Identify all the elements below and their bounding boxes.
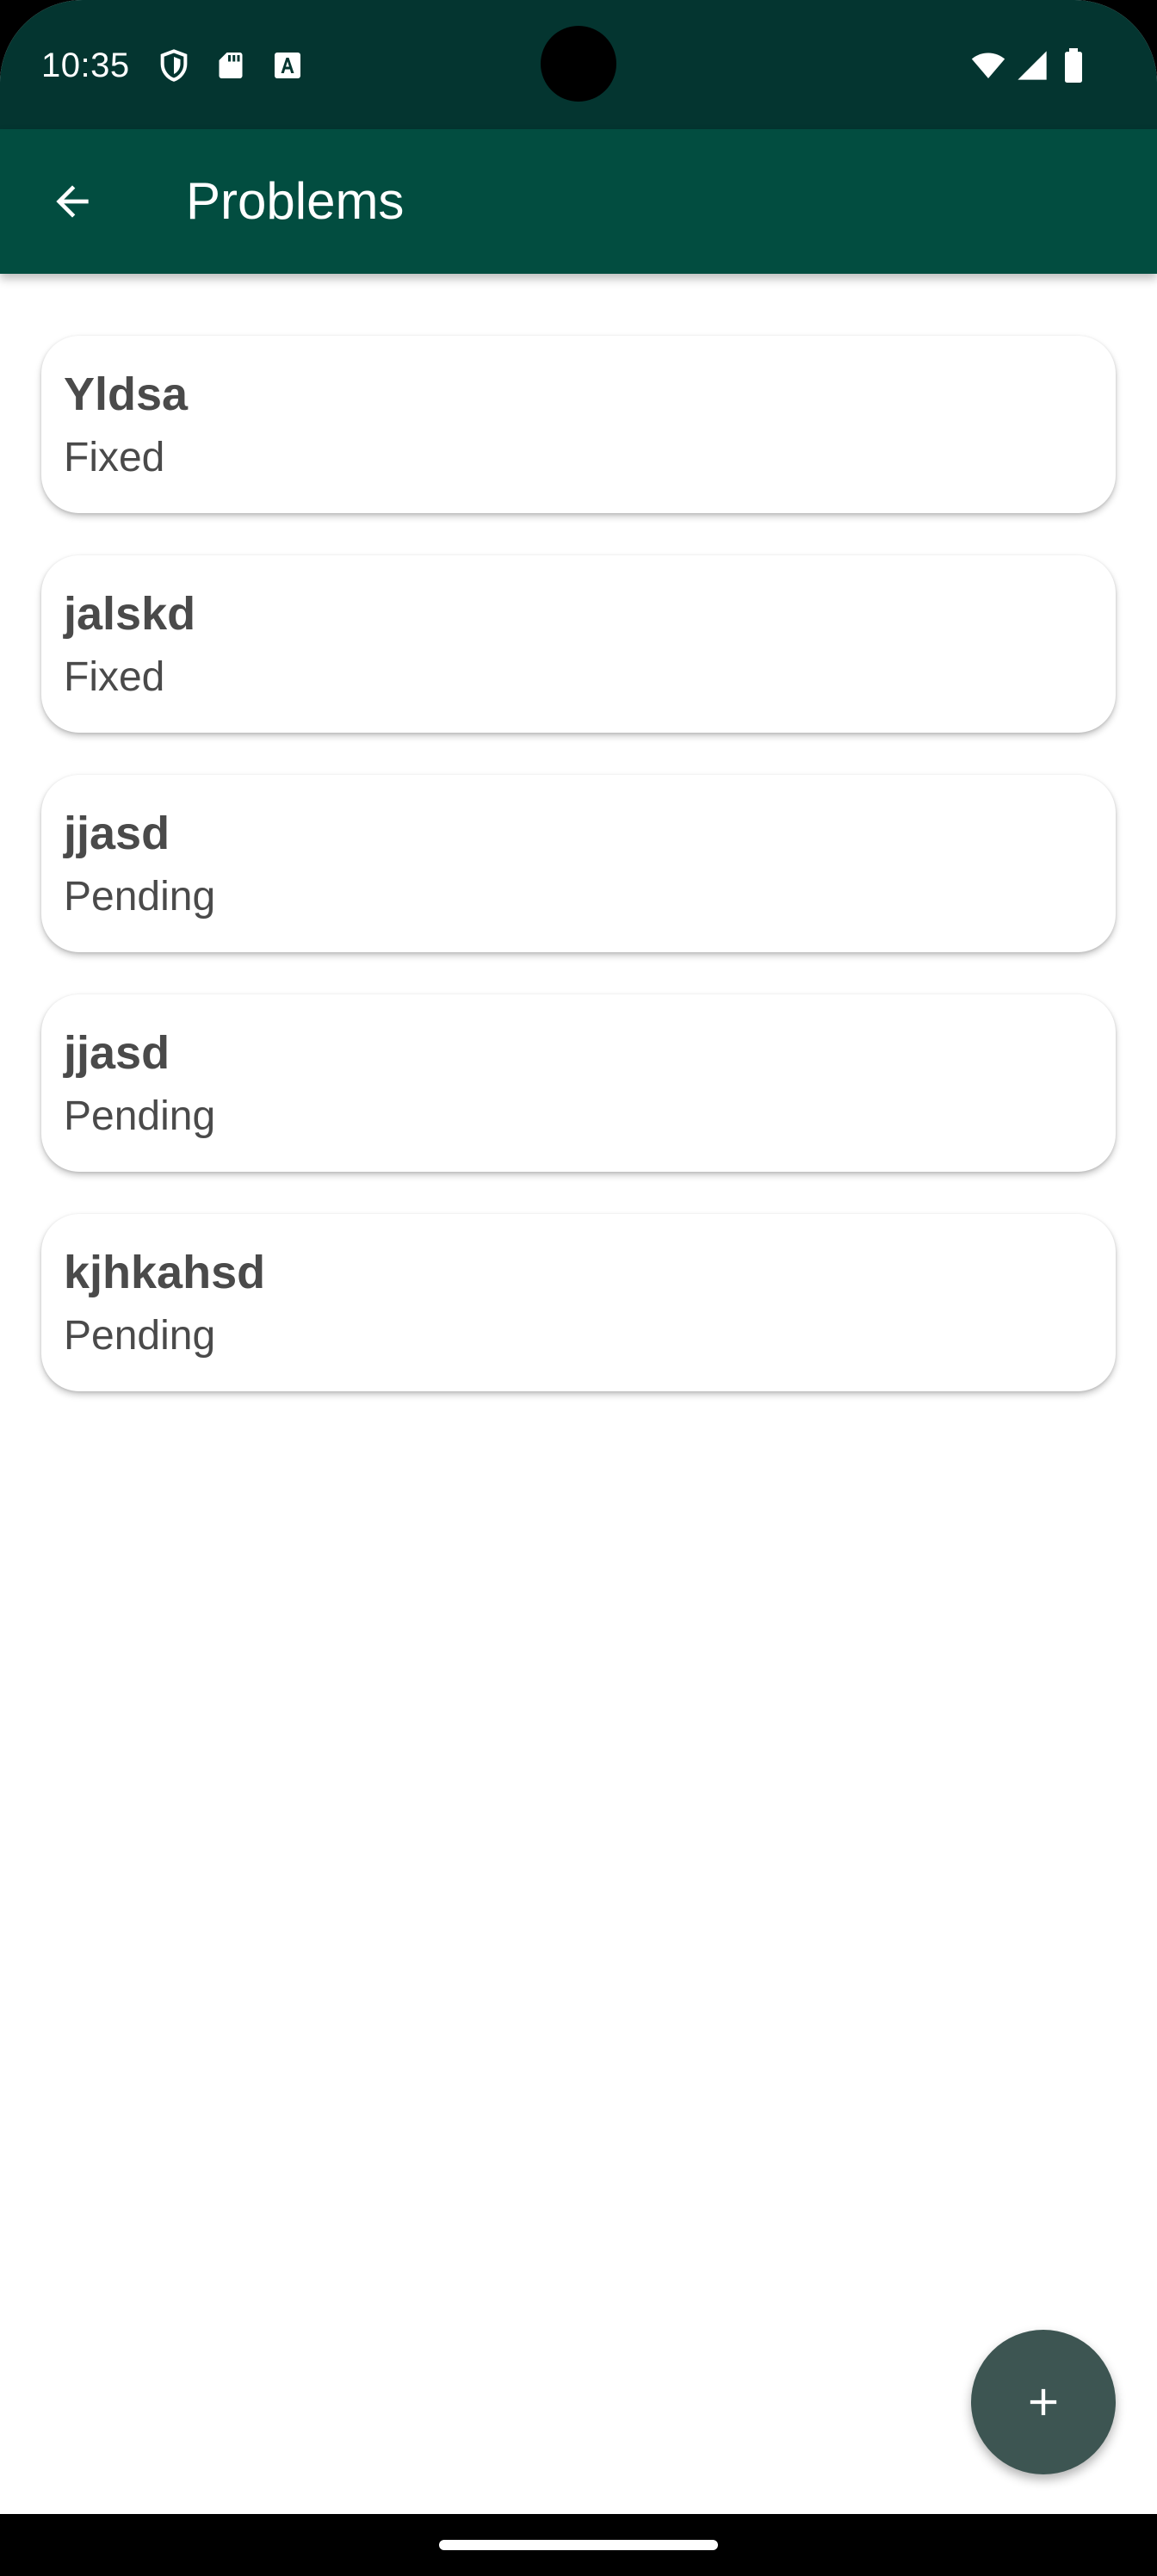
status-bar: 10:35 (0, 0, 1157, 129)
problem-title: kjhkahsd (64, 1247, 266, 1298)
problem-status: Pending (64, 1313, 216, 1359)
problem-card[interactable]: jalskd Fixed (41, 555, 1116, 733)
signal-icon (1018, 51, 1047, 80)
camera-cutout (541, 26, 616, 102)
problem-list: Yldsa Fixed jalskd Fixed jjasd Pending j… (41, 336, 1116, 1434)
problem-card[interactable]: Yldsa Fixed (41, 336, 1116, 513)
navigation-bar (0, 2514, 1157, 2576)
sd-card-icon (219, 53, 243, 78)
problem-status: Fixed (64, 654, 165, 700)
screen: 10:35 Problems Yldsa Fixed jalskd Fixed … (0, 0, 1157, 2576)
add-problem-button[interactable] (971, 2330, 1116, 2474)
shield-icon (160, 49, 188, 82)
arrow-back-icon (56, 185, 89, 218)
battery-icon (1065, 48, 1082, 83)
back-button[interactable] (33, 162, 112, 241)
problem-title: jjasd (64, 1027, 170, 1079)
page-title: Problems (186, 172, 405, 230)
problem-status: Pending (64, 1093, 216, 1139)
problem-card[interactable]: jjasd Pending (41, 775, 1116, 952)
wifi-icon (971, 53, 1005, 78)
problem-status: Fixed (64, 435, 165, 480)
problem-card[interactable]: jjasd Pending (41, 994, 1116, 1172)
problem-title: Yldsa (64, 368, 189, 420)
text-a-icon (275, 53, 300, 78)
home-handle[interactable] (439, 2540, 718, 2550)
problem-status: Pending (64, 874, 216, 920)
app-bar: Problems (0, 129, 1157, 274)
problem-title: jjasd (64, 808, 170, 859)
problem-title: jalskd (64, 588, 196, 640)
status-time: 10:35 (41, 46, 130, 84)
plus-icon (1030, 2388, 1057, 2416)
problem-card[interactable]: kjhkahsd Pending (41, 1214, 1116, 1391)
